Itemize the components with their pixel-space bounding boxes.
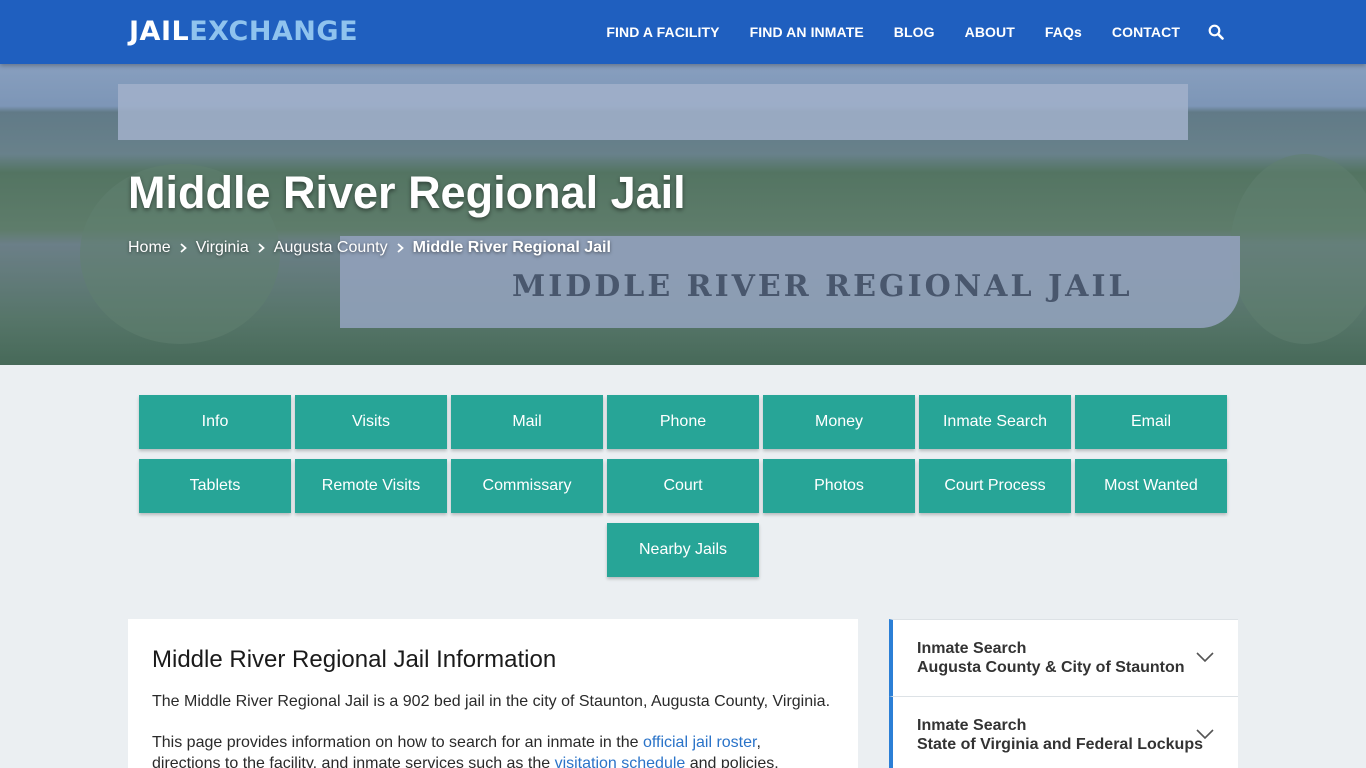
sidebar-item-title: Inmate Search <box>917 640 1027 657</box>
page-title: Middle River Regional Jail <box>128 167 686 218</box>
info-paragraph-2: This page provides information on how to… <box>152 732 842 768</box>
sidebar-item-inmate-search-virginia[interactable]: Inmate Search State of Virginia and Fede… <box>889 696 1238 768</box>
visits-button[interactable]: Visits <box>295 395 447 449</box>
inmate-search-button[interactable]: Inmate Search <box>919 395 1071 449</box>
nav-faqs[interactable]: FAQs <box>1045 24 1082 40</box>
breadcrumb-virginia[interactable]: Virginia <box>196 239 249 257</box>
nav-about[interactable]: ABOUT <box>965 24 1015 40</box>
visitation-schedule-link[interactable]: visitation schedule <box>555 755 686 768</box>
facility-info-card: Middle River Regional Jail Information T… <box>128 619 858 768</box>
remote-visits-button[interactable]: Remote Visits <box>295 459 447 513</box>
top-navbar: JAILEXCHANGE FIND A FACILITY FIND AN INM… <box>0 0 1366 64</box>
info-p2-text-c: directions to the facility, and inmate s… <box>152 755 555 768</box>
court-process-button[interactable]: Court Process <box>919 459 1071 513</box>
chevron-down-icon[interactable] <box>1196 728 1214 740</box>
sidebar-item-subtitle: Augusta County & City of Staunton <box>917 659 1185 676</box>
sidebar-item-inmate-search-augusta[interactable]: Inmate Search Augusta County & City of S… <box>889 619 1238 696</box>
tablets-button[interactable]: Tablets <box>139 459 291 513</box>
chevron-right-icon <box>397 243 404 253</box>
official-jail-roster-link[interactable]: official jail roster <box>643 734 757 751</box>
breadcrumb-augusta-county[interactable]: Augusta County <box>274 239 388 257</box>
nav-contact[interactable]: CONTACT <box>1112 24 1180 40</box>
nav-blog[interactable]: BLOG <box>894 24 935 40</box>
photos-button[interactable]: Photos <box>763 459 915 513</box>
info-p2-text-b: , <box>756 734 761 751</box>
money-button[interactable]: Money <box>763 395 915 449</box>
main-nav: FIND A FACILITY FIND AN INMATE BLOG ABOU… <box>576 0 1224 64</box>
nearby-jails-button[interactable]: Nearby Jails <box>607 523 759 577</box>
breadcrumb-current: Middle River Regional Jail <box>412 239 611 256</box>
chevron-down-icon[interactable] <box>1196 651 1214 663</box>
sidebar-item-subtitle: State of Virginia and Federal Lockups <box>917 736 1203 753</box>
info-paragraph-1: The Middle River Regional Jail is a 902 … <box>152 693 831 710</box>
sidebar-item-title: Inmate Search <box>917 717 1027 734</box>
site-logo[interactable]: JAILEXCHANGE <box>129 17 358 47</box>
hero-banner: MIDDLE RIVER REGIONAL JAIL Middle River … <box>0 64 1366 365</box>
nav-find-facility[interactable]: FIND A FACILITY <box>606 24 719 40</box>
court-button[interactable]: Court <box>607 459 759 513</box>
mail-button[interactable]: Mail <box>451 395 603 449</box>
info-p2-text-d: and policies. <box>685 755 779 768</box>
search-icon[interactable] <box>1208 24 1224 40</box>
info-button[interactable]: Info <box>139 395 291 449</box>
most-wanted-button[interactable]: Most Wanted <box>1075 459 1227 513</box>
chevron-right-icon <box>258 243 265 253</box>
logo-part2: EXCHANGE <box>189 16 359 47</box>
info-heading: Middle River Regional Jail Information <box>152 646 557 673</box>
chevron-right-icon <box>180 243 187 253</box>
commissary-button[interactable]: Commissary <box>451 459 603 513</box>
logo-part1: JAIL <box>129 16 190 47</box>
breadcrumb: Home Virginia Augusta County Middle Rive… <box>128 239 611 257</box>
breadcrumb-home[interactable]: Home <box>128 239 171 257</box>
phone-button[interactable]: Phone <box>607 395 759 449</box>
info-p2-text-a: This page provides information on how to… <box>152 734 643 751</box>
email-button[interactable]: Email <box>1075 395 1227 449</box>
nav-find-inmate[interactable]: FIND AN INMATE <box>750 24 864 40</box>
